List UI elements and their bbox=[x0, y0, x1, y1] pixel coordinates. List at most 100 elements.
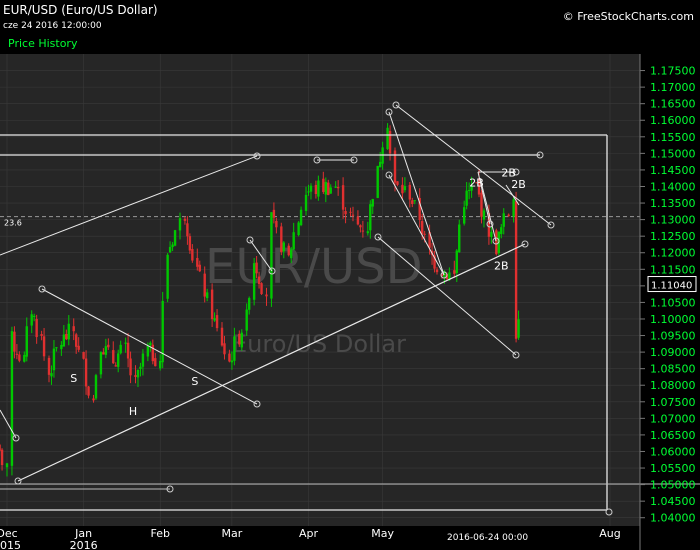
candle-body bbox=[139, 366, 142, 369]
candle-body bbox=[490, 231, 493, 238]
x-tick-label: May bbox=[371, 527, 394, 540]
candle-body bbox=[270, 212, 273, 299]
candle-body bbox=[146, 346, 150, 357]
y-tick-label: 1.07000 bbox=[650, 412, 696, 425]
candle-body bbox=[401, 184, 404, 194]
candle-body bbox=[65, 333, 68, 340]
candle-body bbox=[210, 289, 214, 320]
candle-body bbox=[517, 319, 520, 338]
y-tick-label: 1.09500 bbox=[650, 330, 696, 343]
candle-body bbox=[171, 244, 174, 248]
candle-body bbox=[467, 189, 471, 191]
y-tick-label: 1.10500 bbox=[650, 296, 696, 309]
candle-body bbox=[173, 230, 177, 246]
candle-body bbox=[238, 333, 241, 345]
candle-body bbox=[129, 358, 132, 376]
candle-body bbox=[183, 218, 187, 221]
candle-body bbox=[107, 344, 110, 348]
candle-body bbox=[0, 449, 4, 466]
candle-body bbox=[23, 354, 26, 362]
y-tick-label: 1.04000 bbox=[650, 512, 696, 525]
y-tick-label: 1.15000 bbox=[650, 147, 696, 160]
candle-body bbox=[292, 232, 295, 250]
candle-body bbox=[5, 463, 9, 468]
candle-body bbox=[50, 373, 53, 377]
candle-body bbox=[386, 127, 389, 150]
candle-body bbox=[77, 345, 80, 350]
candle-body bbox=[141, 353, 145, 367]
candle-body bbox=[388, 130, 392, 154]
candle-body bbox=[411, 200, 414, 205]
candle-body bbox=[255, 262, 258, 274]
x-tick-label: Apr bbox=[299, 527, 319, 540]
candle-body bbox=[512, 199, 515, 217]
candle-body bbox=[154, 358, 157, 367]
candle-body bbox=[453, 270, 456, 274]
candle-body bbox=[349, 211, 352, 213]
candle-body bbox=[151, 344, 155, 362]
price-axis[interactable]: 1.04000 1.04500 1.05000 1.05500 1.06000 1.065… bbox=[639, 54, 696, 550]
fib-level-label: 23.6 bbox=[4, 219, 22, 228]
pattern-label: 2B bbox=[494, 259, 509, 272]
candle-body bbox=[233, 336, 236, 361]
candle-body bbox=[480, 192, 483, 217]
candle-body bbox=[252, 263, 256, 300]
candle-body bbox=[136, 369, 140, 378]
candle-body bbox=[413, 200, 416, 202]
y-tick-label: 1.13500 bbox=[650, 197, 696, 210]
y-tick-label: 1.08500 bbox=[650, 363, 696, 376]
candle-body bbox=[423, 233, 426, 235]
candle-body bbox=[72, 326, 75, 332]
candle-body bbox=[369, 204, 372, 231]
candle-body bbox=[240, 332, 243, 348]
candle-body bbox=[366, 231, 370, 234]
candle-body bbox=[178, 218, 182, 231]
candle-body bbox=[205, 292, 209, 299]
y-tick-label: 1.09000 bbox=[650, 346, 696, 359]
candle-body bbox=[324, 181, 327, 195]
watermark-name: Euro/US Dollar bbox=[232, 330, 406, 358]
y-tick-label: 1.08000 bbox=[650, 379, 696, 392]
price-chart[interactable]: EUR/USD Euro/US Dollar 23.6 SHS2B2B2B2B … bbox=[0, 0, 700, 550]
candle-body bbox=[307, 191, 310, 193]
x-tick-label: Feb bbox=[150, 527, 169, 540]
candle-body bbox=[299, 209, 303, 226]
candle-body bbox=[334, 186, 337, 188]
candle-body bbox=[112, 350, 115, 364]
candle-body bbox=[356, 216, 360, 225]
candle-body bbox=[60, 345, 63, 350]
candle-body bbox=[322, 178, 325, 192]
candle-body bbox=[309, 185, 313, 192]
candle-body bbox=[435, 269, 439, 273]
candle-body bbox=[13, 331, 16, 352]
candle-body bbox=[62, 334, 66, 347]
candle-body bbox=[168, 246, 172, 253]
x-tick-year: 2015 bbox=[0, 539, 21, 550]
candle-body bbox=[230, 360, 234, 363]
y-tick-label: 1.16000 bbox=[650, 114, 696, 127]
y-tick-label: 1.07500 bbox=[650, 396, 696, 409]
candle-body bbox=[297, 222, 300, 235]
candle-body bbox=[215, 315, 219, 329]
candle-body bbox=[47, 357, 51, 375]
last-price-box: 1.11040 bbox=[647, 276, 697, 293]
candle-body bbox=[198, 264, 201, 272]
candle-body bbox=[220, 327, 224, 346]
y-tick-label: 1.06500 bbox=[650, 429, 696, 442]
y-tick-label: 1.16500 bbox=[650, 98, 696, 111]
candle-body bbox=[378, 161, 382, 168]
candle-body bbox=[359, 225, 362, 228]
candle-body bbox=[119, 344, 122, 354]
candle-body bbox=[282, 242, 285, 252]
candle-body bbox=[420, 221, 424, 235]
candle-body bbox=[280, 226, 283, 253]
candle-body bbox=[114, 365, 117, 367]
last-price-value: 1.11040 bbox=[651, 281, 692, 292]
candle-body bbox=[213, 318, 216, 321]
candle-body bbox=[495, 230, 498, 255]
candle-body bbox=[0, 444, 1, 451]
y-tick-label: 1.11500 bbox=[650, 263, 696, 276]
candle-body bbox=[191, 248, 194, 261]
candle-body bbox=[317, 180, 320, 197]
candle-body bbox=[159, 360, 162, 369]
